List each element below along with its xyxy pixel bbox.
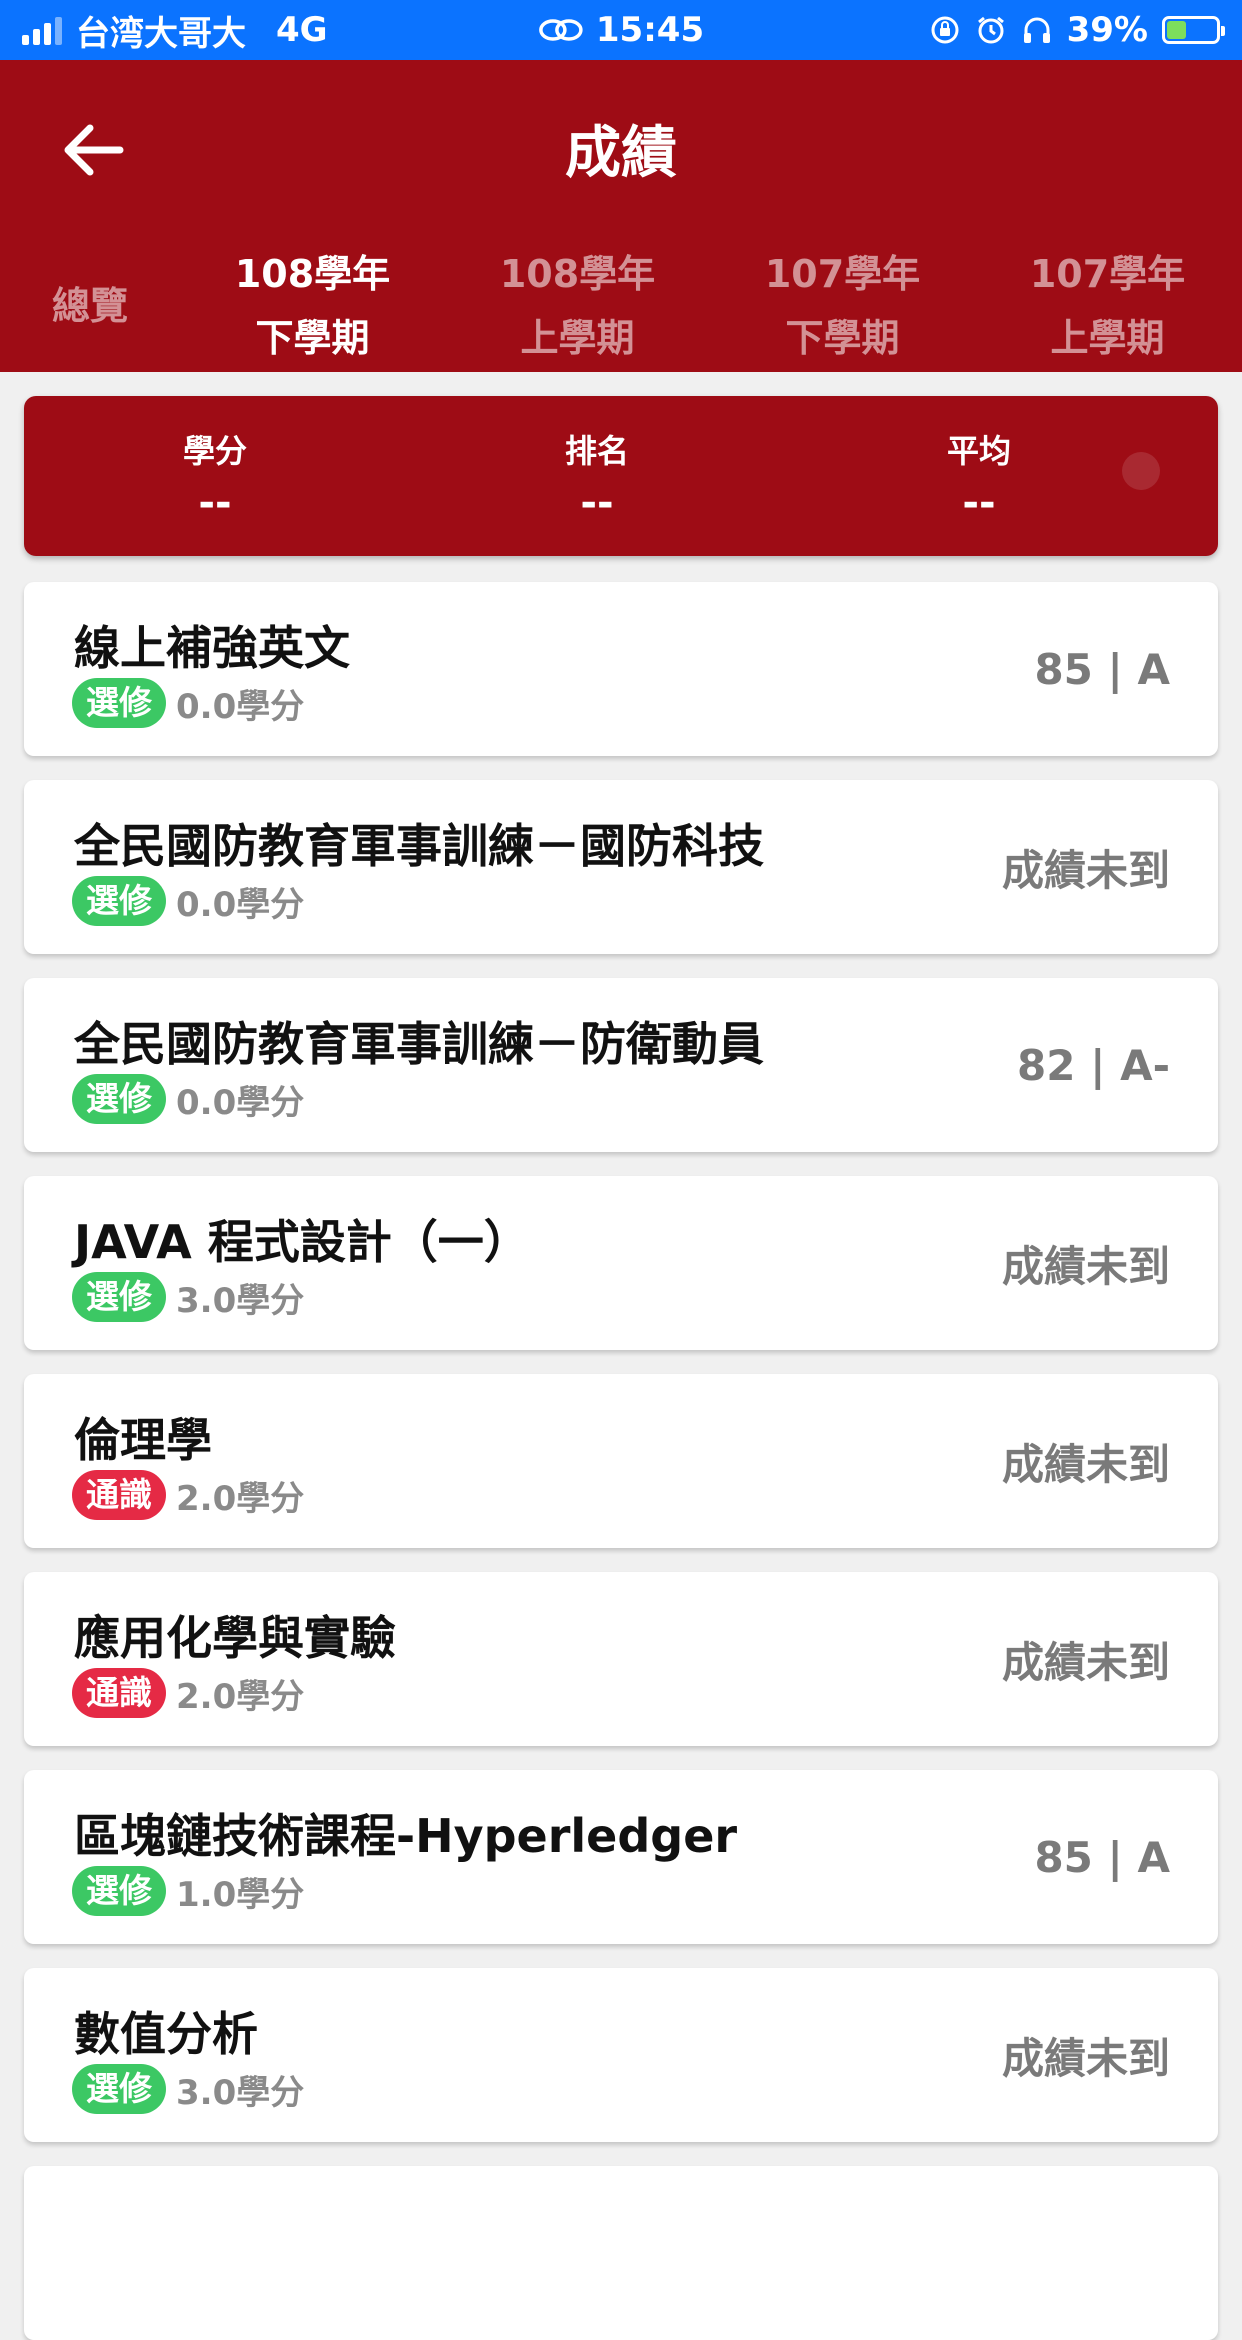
semester-tabs: 總覽 108學年 下學期 108學年 上學期 107學年 下學期 107學年 上… xyxy=(0,240,1242,372)
course-card[interactable]: 區塊鏈技術課程-Hyperledger 選修 1.0學分 85 | A xyxy=(24,1770,1218,1944)
course-card[interactable]: 應用化學與實驗 通識 2.0學分 成績未到 xyxy=(24,1572,1218,1746)
average-label: 平均 xyxy=(946,432,1011,470)
app-header: 成績 總覽 108學年 下學期 108學年 上學期 107學年 下學期 107學… xyxy=(0,60,1242,372)
course-name: 線上補強英文 xyxy=(74,621,350,675)
course-card[interactable]: 線上補強英文 選修 0.0學分 85 | A xyxy=(24,582,1218,756)
info-dot-icon[interactable] xyxy=(1122,452,1160,490)
course-grade: 85 | A xyxy=(1034,1832,1170,1882)
tab-108-2[interactable]: 108學年 下學期 xyxy=(180,240,445,372)
course-type-badge: 通識 xyxy=(72,1470,166,1520)
course-meta: 選修 0.0學分 xyxy=(72,678,304,728)
alarm-icon xyxy=(977,16,1004,44)
course-credits: 3.0學分 xyxy=(176,1280,305,1321)
course-card[interactable]: JAVA 程式設計（一） 選修 3.0學分 成績未到 xyxy=(24,1176,1218,1350)
rank-summary: 排名 -- xyxy=(406,426,788,526)
course-name: 區塊鏈技術課程-Hyperledger xyxy=(74,1809,738,1863)
carrier-name: 台湾大哥大 xyxy=(76,13,246,54)
tab-year: 108學年 xyxy=(499,252,656,296)
course-credits: 1.0學分 xyxy=(176,1874,305,1915)
link-icon xyxy=(539,19,583,41)
course-credits: 3.0學分 xyxy=(176,2072,305,2113)
course-grade: 成績未到 xyxy=(1001,1637,1170,1687)
course-grade: 85 | A xyxy=(1034,644,1170,694)
course-grade: 成績未到 xyxy=(1001,2033,1170,2083)
tab-term: 上學期 xyxy=(1050,316,1165,360)
course-grade: 82 | A- xyxy=(1017,1040,1170,1090)
course-card-partial[interactable] xyxy=(24,2166,1218,2340)
course-meta: 選修 3.0學分 xyxy=(72,1272,304,1322)
tab-108-1[interactable]: 108學年 上學期 xyxy=(445,240,710,372)
tab-year: 107學年 xyxy=(1029,252,1186,296)
tab-overview[interactable]: 總覽 xyxy=(0,240,180,372)
course-name: 全民國防教育軍事訓練－防衛動員 xyxy=(74,1017,764,1071)
course-card[interactable]: 倫理學 通識 2.0學分 成績未到 xyxy=(24,1374,1218,1548)
course-card[interactable]: 全民國防教育軍事訓練－防衛動員 選修 0.0學分 82 | A- xyxy=(24,978,1218,1152)
clock-time: 15:45 xyxy=(595,10,705,50)
tab-term: 下學期 xyxy=(255,316,370,360)
credits-value: -- xyxy=(198,480,232,526)
course-name: 全民國防教育軍事訓練－國防科技 xyxy=(74,819,764,873)
rank-label: 排名 xyxy=(564,432,629,470)
course-type-badge: 選修 xyxy=(72,876,166,926)
battery-percent: 39% xyxy=(1066,10,1148,50)
tab-107-1[interactable]: 107學年 上學期 xyxy=(975,240,1240,372)
credits-summary: 學分 -- xyxy=(24,426,406,526)
course-type-badge: 選修 xyxy=(72,1074,166,1124)
course-card[interactable]: 全民國防教育軍事訓練－國防科技 選修 0.0學分 成績未到 xyxy=(24,780,1218,954)
average-value: -- xyxy=(962,480,996,526)
course-credits: 0.0學分 xyxy=(176,686,305,727)
signal-icon xyxy=(22,15,62,45)
course-grade: 成績未到 xyxy=(1001,1241,1170,1291)
course-name: 倫理學 xyxy=(74,1413,212,1467)
tab-label: 總覽 xyxy=(51,284,128,328)
course-type-badge: 選修 xyxy=(72,2064,166,2114)
rotation-lock-icon xyxy=(931,16,959,44)
course-type-badge: 選修 xyxy=(72,1272,166,1322)
course-grade: 成績未到 xyxy=(1001,1439,1170,1489)
summary-card: 學分 -- 排名 -- 平均 -- xyxy=(24,396,1218,556)
tab-term: 上學期 xyxy=(520,316,635,360)
course-credits: 0.0學分 xyxy=(176,1082,305,1123)
course-type-badge: 選修 xyxy=(72,678,166,728)
course-name: JAVA 程式設計（一） xyxy=(74,1215,530,1269)
course-card[interactable]: 數值分析 選修 3.0學分 成績未到 xyxy=(24,1968,1218,2142)
course-meta: 選修 0.0學分 xyxy=(72,1074,304,1124)
page-title: 成績 xyxy=(565,121,677,186)
tab-107-2[interactable]: 107學年 下學期 xyxy=(710,240,975,372)
course-credits: 2.0學分 xyxy=(176,1676,305,1717)
course-name: 數值分析 xyxy=(74,2007,258,2061)
tab-year: 107學年 xyxy=(764,252,921,296)
course-name: 應用化學與實驗 xyxy=(74,1611,396,1665)
course-type-badge: 選修 xyxy=(72,1866,166,1916)
credits-label: 學分 xyxy=(182,432,247,470)
average-summary: 平均 -- xyxy=(788,426,1170,526)
course-meta: 通識 2.0學分 xyxy=(72,1668,304,1718)
course-grade: 成績未到 xyxy=(1001,845,1170,895)
network-type: 4G xyxy=(276,10,328,50)
course-credits: 0.0學分 xyxy=(176,884,305,925)
course-type-badge: 通識 xyxy=(72,1668,166,1718)
tab-year: 108學年 xyxy=(234,252,391,296)
course-meta: 通識 2.0學分 xyxy=(72,1470,304,1520)
status-bar: 台湾大哥大 4G 15:45 39% xyxy=(0,0,1242,60)
headphones-icon xyxy=(1023,17,1050,43)
battery-icon xyxy=(1162,16,1225,44)
rank-value: -- xyxy=(580,480,614,526)
course-meta: 選修 3.0學分 xyxy=(72,2064,304,2114)
course-meta: 選修 0.0學分 xyxy=(72,876,304,926)
course-meta: 選修 1.0學分 xyxy=(72,1866,304,1916)
tab-term: 下學期 xyxy=(785,316,900,360)
course-credits: 2.0學分 xyxy=(176,1478,305,1519)
